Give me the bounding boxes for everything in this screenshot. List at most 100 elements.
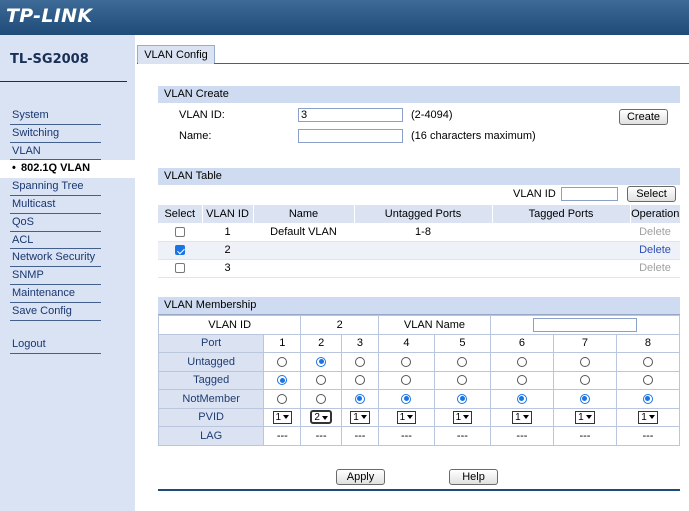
- lag-value: ---: [377, 426, 435, 446]
- port-2-notmember-radio[interactable]: [316, 393, 327, 404]
- sidebar: TL-SG2008 System Switching VLAN • 802.1Q VLA…: [0, 35, 135, 511]
- lag-value: ---: [263, 426, 302, 446]
- row-checkbox[interactable]: [175, 226, 185, 237]
- port-3-notmember-radio[interactable]: [354, 393, 365, 404]
- radio-cell: [340, 389, 379, 409]
- delete-link[interactable]: Delete: [639, 244, 671, 256]
- membership-row-untagged: Untagged: [157, 352, 681, 372]
- sidebar-item-label: Network Security: [12, 251, 96, 264]
- col-operation: Operation: [629, 205, 680, 223]
- radio-cell: [433, 370, 491, 390]
- radio-cell: [300, 352, 342, 372]
- membership-table: VLAN ID 2 VLAN Name Port 1 2 3 4 5 6 7 8 Untagged…: [157, 315, 681, 446]
- chevron-down-icon: [321, 415, 328, 420]
- sidebar-item-save-config[interactable]: Save Config: [10, 303, 101, 321]
- vlan-membership-header: VLAN Membership: [158, 297, 680, 315]
- membership-info-row: VLAN ID 2 VLAN Name: [157, 315, 681, 335]
- tab-vlan-config[interactable]: VLAN Config: [137, 45, 215, 64]
- pvid-select[interactable]: 2: [310, 410, 332, 425]
- port-number: 6: [489, 333, 554, 353]
- sidebar-item-snmp[interactable]: SNMP: [10, 267, 101, 285]
- pvid-select[interactable]: 1: [272, 410, 293, 424]
- vlan-search-input[interactable]: [561, 187, 618, 201]
- pvid-select[interactable]: 1: [452, 410, 473, 424]
- sidebar-item-network-security[interactable]: Network Security: [10, 249, 101, 268]
- sidebar-item-multicast[interactable]: Multicast: [10, 196, 101, 214]
- delete-link[interactable]: Delete: [639, 262, 671, 274]
- port-5-untagged-radio[interactable]: [457, 356, 468, 367]
- sidebar-item-label: QoS: [12, 215, 35, 228]
- vlan-name-hint: (16 characters maximum): [411, 130, 536, 142]
- membership-vlan-name-input[interactable]: [532, 317, 637, 332]
- sidebar-item-maintenance[interactable]: Maintenance: [10, 285, 101, 303]
- lag-value: ---: [300, 426, 342, 446]
- membership-vlan-id-value: 2: [300, 315, 379, 335]
- sidebar-item-label: 802.1Q VLAN: [21, 162, 91, 175]
- row-operation: Delete: [630, 241, 680, 259]
- pvid-select[interactable]: 1: [396, 410, 417, 424]
- port-7-tagged-radio[interactable]: [579, 375, 590, 386]
- sidebar-item-acl[interactable]: ACL: [10, 232, 101, 250]
- col-vlan-id: VLAN ID: [201, 205, 253, 223]
- row-label-pvid: PVID: [157, 407, 265, 427]
- create-button[interactable]: Create: [619, 109, 668, 125]
- port-4-untagged-radio[interactable]: [401, 356, 412, 367]
- port-8-untagged-radio[interactable]: [642, 356, 653, 367]
- help-button[interactable]: Help: [449, 469, 498, 485]
- sidebar-item-switching[interactable]: Switching: [10, 125, 101, 143]
- apply-button[interactable]: Apply: [336, 469, 385, 485]
- device-model: TL-SG2008: [10, 52, 89, 67]
- table-row: 1 Default VLAN 1-8 Delete: [158, 223, 680, 241]
- vlan-name-input[interactable]: [298, 129, 403, 143]
- select-button[interactable]: Select: [627, 186, 676, 202]
- port-8-notmember-radio[interactable]: [642, 393, 653, 404]
- port-5-tagged-radio[interactable]: [457, 375, 468, 386]
- row-checkbox[interactable]: [175, 263, 185, 274]
- port-3-untagged-radio[interactable]: [354, 356, 365, 367]
- port-1-notmember-radio[interactable]: [277, 393, 288, 404]
- pvid-select[interactable]: 1: [512, 410, 532, 424]
- port-2-tagged-radio[interactable]: [316, 375, 327, 386]
- pvid-select[interactable]: 1: [350, 410, 370, 424]
- port-6-tagged-radio[interactable]: [516, 375, 527, 386]
- sidebar-item-qos[interactable]: QoS: [10, 214, 101, 232]
- row-vlan-id: 2: [224, 244, 231, 256]
- vlan-table: Select VLAN ID Name Untagged Ports Tagge…: [158, 205, 680, 278]
- sidebar-item-spanning-tree[interactable]: Spanning Tree: [10, 178, 101, 196]
- port-4-tagged-radio[interactable]: [401, 375, 412, 386]
- sidebar-item-label: System: [12, 109, 49, 121]
- model-divider: [0, 81, 127, 82]
- port-5-notmember-radio[interactable]: [457, 393, 468, 404]
- row-operation: Delete: [630, 223, 680, 241]
- vlan-id-input[interactable]: [298, 108, 403, 122]
- port-number: 3: [340, 333, 379, 353]
- delete-link[interactable]: Delete: [639, 226, 671, 238]
- pvid-select[interactable]: 1: [638, 410, 658, 424]
- row-tagged: [492, 223, 630, 241]
- sidebar-item-label: SNMP: [12, 269, 44, 282]
- membership-row-notmember: NotMember: [157, 389, 681, 409]
- port-3-tagged-radio[interactable]: [354, 375, 365, 386]
- port-2-untagged-radio[interactable]: [316, 356, 327, 367]
- sidebar-item-label: Maintenance: [12, 286, 75, 299]
- radio-cell: [615, 370, 681, 390]
- lag-value: ---: [489, 426, 554, 446]
- port-7-notmember-radio[interactable]: [579, 393, 590, 404]
- sidebar-item-802-1q-vlan[interactable]: • 802.1Q VLAN: [0, 160, 135, 179]
- sidebar-item-label: Switching: [12, 126, 60, 139]
- port-4-notmember-radio[interactable]: [401, 393, 412, 404]
- port-6-untagged-radio[interactable]: [516, 356, 527, 367]
- table-row: 2 Delete: [158, 241, 680, 259]
- port-7-untagged-radio[interactable]: [579, 356, 590, 367]
- pvid-select[interactable]: 1: [575, 410, 595, 424]
- sidebar-item-system[interactable]: System: [10, 107, 101, 125]
- radio-cell: [340, 370, 379, 390]
- port-1-tagged-radio[interactable]: [277, 375, 288, 386]
- logout-link[interactable]: Logout: [10, 338, 101, 354]
- port-8-tagged-radio[interactable]: [642, 375, 653, 386]
- row-checkbox[interactable]: [175, 245, 185, 256]
- tab-cover: [138, 63, 214, 64]
- port-6-notmember-radio[interactable]: [516, 393, 527, 404]
- sidebar-item-vlan[interactable]: VLAN: [10, 143, 101, 161]
- port-1-untagged-radio[interactable]: [277, 356, 288, 367]
